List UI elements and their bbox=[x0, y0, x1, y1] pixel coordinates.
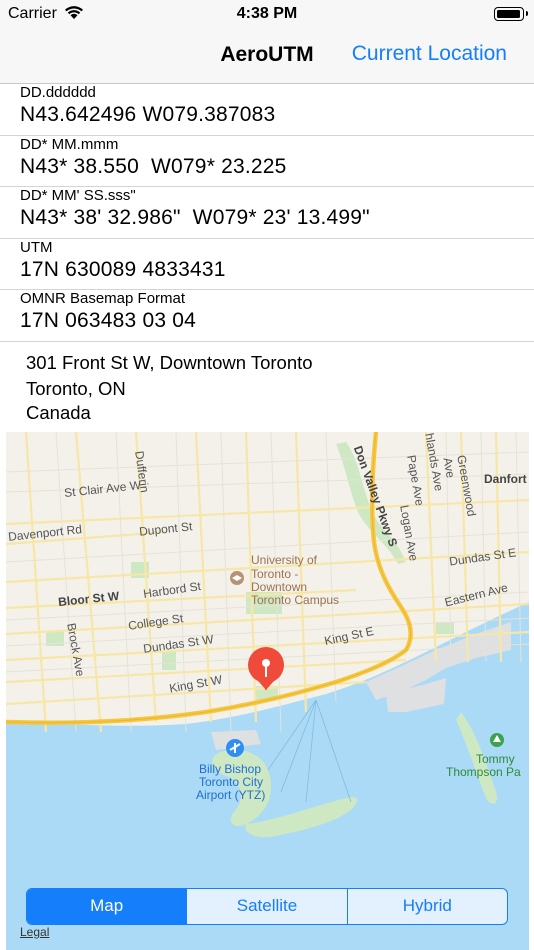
map-label: Logan Ave bbox=[397, 504, 421, 563]
map-label: Bloor St W bbox=[57, 588, 120, 610]
coordinate-row-dd: DD.dddddd N43.642496 W079.387083 bbox=[0, 84, 534, 136]
map-type-map-segment[interactable]: Map bbox=[27, 889, 187, 924]
coordinate-row-omnr: OMNR Basemap Format 17N 063483 03 04 bbox=[0, 290, 534, 342]
navigation-bar: Carrier 4:38 PM AeroUTM Current Location bbox=[0, 0, 534, 84]
map-labels: Dufferin St Clair Ave W Davenport Rd Dup… bbox=[6, 432, 529, 950]
row-value: N43* 38' 32.986" W079* 23' 13.499" bbox=[20, 206, 370, 230]
battery-fill bbox=[497, 10, 520, 18]
row-value: 17N 063483 03 04 bbox=[20, 309, 197, 333]
map-label: Downtown bbox=[251, 580, 308, 594]
address-line-2: Toronto, ON bbox=[26, 378, 126, 399]
map-label: St Clair Ave W bbox=[63, 478, 142, 500]
map-label: Billy Bishop bbox=[199, 762, 262, 776]
map-label: Dupont St bbox=[138, 519, 193, 539]
coordinate-row-ddmm: DD* MM.mmm N43* 38.550 W079* 23.225 bbox=[0, 136, 534, 188]
row-label: OMNR Basemap Format bbox=[20, 290, 186, 308]
map-label: Dundas St E bbox=[448, 545, 518, 569]
address-line-3: Canada bbox=[26, 402, 91, 423]
row-label: DD* MM.mmm bbox=[20, 135, 119, 153]
row-label: DD* MM' SS.sss" bbox=[20, 187, 136, 205]
map-type-satellite-segment[interactable]: Satellite bbox=[186, 889, 346, 924]
map-label: Pape Ave bbox=[404, 454, 427, 507]
clock: 4:38 PM bbox=[236, 5, 298, 22]
map-label: University of bbox=[251, 553, 318, 567]
status-bar: Carrier 4:38 PM bbox=[0, 0, 534, 30]
address-block: 301 Front St W, Downtown Toronto Toronto… bbox=[0, 342, 534, 432]
map-label: Tommy bbox=[476, 752, 515, 766]
map-view[interactable]: Dufferin St Clair Ave W Davenport Rd Dup… bbox=[6, 432, 529, 950]
map-type-segmented-control: Map Satellite Hybrid bbox=[26, 888, 508, 925]
map-label: Harbord St bbox=[142, 579, 202, 601]
map-label: Don Valley Pkwy S bbox=[350, 444, 401, 549]
map-label: Thompson Pa bbox=[446, 765, 521, 779]
current-location-button[interactable]: Current Location bbox=[352, 42, 507, 66]
map-label: College St bbox=[127, 611, 185, 633]
row-value: 17N 630089 4833431 bbox=[20, 257, 226, 281]
coordinate-row-utm: UTM 17N 630089 4833431 bbox=[0, 239, 534, 291]
map-label: Brock Ave bbox=[64, 622, 88, 678]
map-label: Eastern Ave bbox=[443, 580, 510, 610]
map-label: King St E bbox=[323, 623, 375, 649]
map-label: Toronto Campus bbox=[251, 593, 340, 607]
map-label: Toronto City bbox=[199, 775, 264, 789]
map-label: Airport (YTZ) bbox=[196, 788, 266, 802]
map-label: Toronto - bbox=[251, 567, 299, 581]
coordinate-row-ddmmss: DD* MM' SS.sss" N43* 38' 32.986" W079* 2… bbox=[0, 187, 534, 239]
map-label: King St W bbox=[168, 672, 224, 696]
map-label: Davenport Rd bbox=[7, 522, 83, 544]
row-value: N43* 38.550 W079* 23.225 bbox=[20, 154, 287, 178]
map-label: Dundas St W bbox=[142, 632, 215, 656]
row-label: DD.dddddd bbox=[20, 84, 96, 101]
row-label: UTM bbox=[20, 238, 53, 256]
map-label: Danfort bbox=[484, 472, 527, 486]
map-type-hybrid-segment[interactable]: Hybrid bbox=[346, 889, 507, 924]
map-label: Greenwood Ave bbox=[440, 454, 479, 518]
coordinate-list: DD.dddddd N43.642496 W079.387083 DD* MM.… bbox=[0, 84, 534, 342]
row-value: N43.642496 W079.387083 bbox=[20, 103, 276, 126]
address-line-1: 301 Front St W, Downtown Toronto bbox=[26, 352, 313, 373]
battery-icon bbox=[494, 7, 528, 21]
legal-link[interactable]: Legal bbox=[20, 925, 49, 939]
